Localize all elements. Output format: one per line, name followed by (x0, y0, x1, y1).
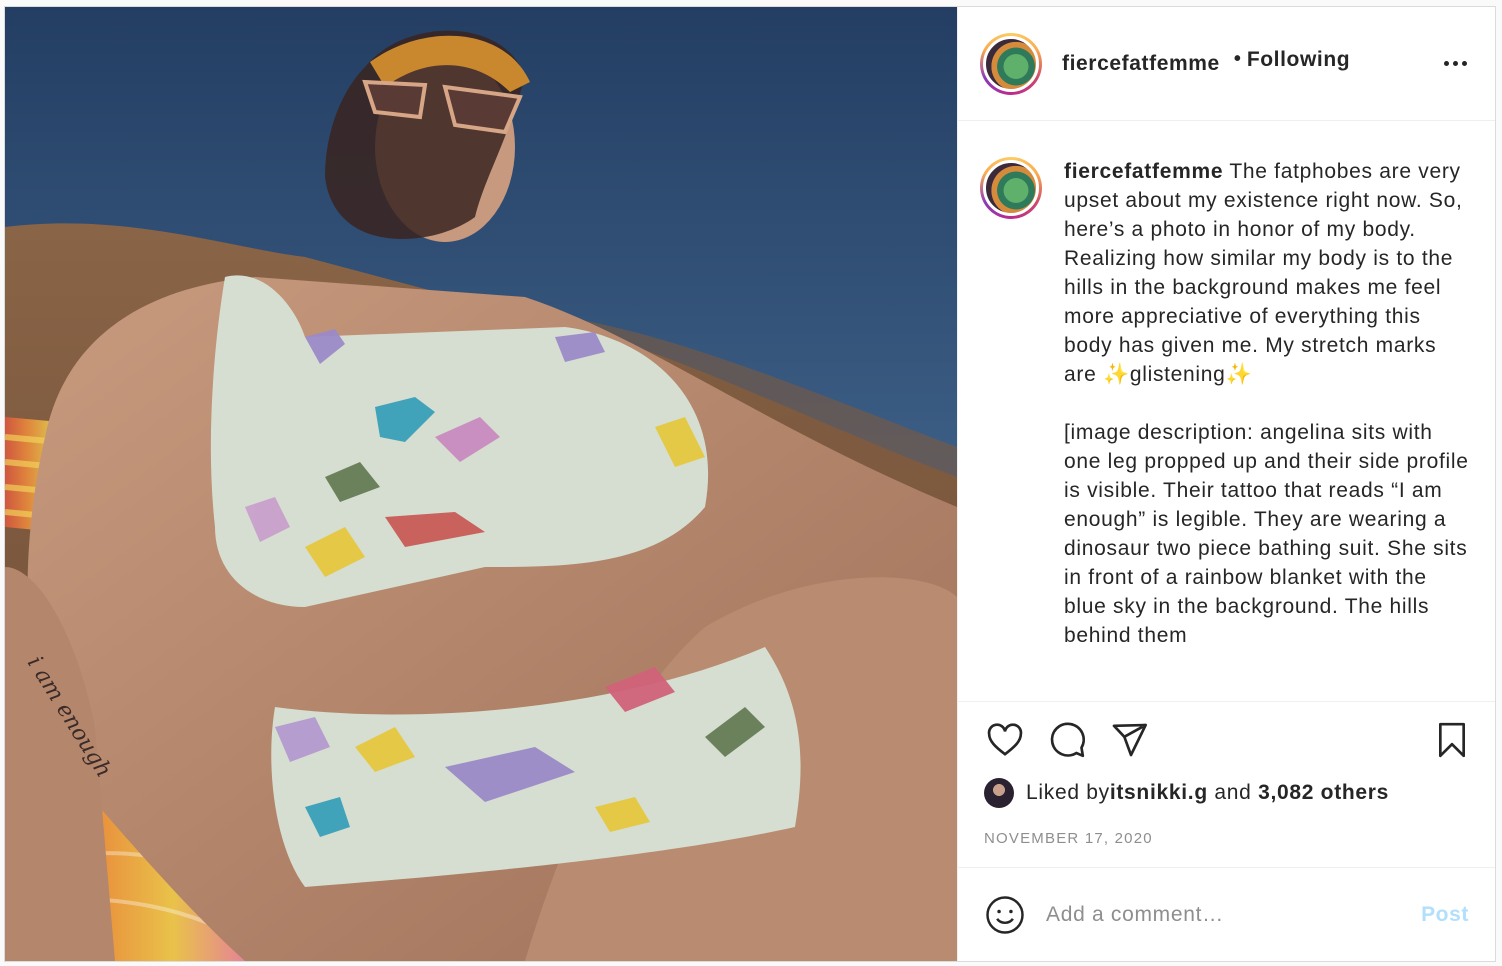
post-header: fiercefatfemme • Following (958, 7, 1495, 121)
post-comment-button[interactable]: Post (1421, 903, 1469, 927)
comment-box: Post (958, 867, 1495, 961)
comment-input[interactable] (1046, 902, 1422, 927)
post-image-illustration: i am enough (5, 7, 957, 961)
liker-username[interactable]: itsnikki.g (1110, 781, 1208, 805)
header-separator: • (1233, 48, 1241, 70)
post-photo[interactable]: i am enough (5, 7, 957, 961)
caption-avatar[interactable] (980, 157, 1042, 219)
likes-middle: and (1207, 781, 1259, 804)
likes-line: Liked by itsnikki.g and 3,082 others (984, 778, 1473, 808)
header-username[interactable]: fiercefatfemme (1062, 52, 1220, 76)
comment-bubble-icon[interactable] (1046, 719, 1088, 761)
caption-username[interactable]: fiercefatfemme (1064, 160, 1223, 183)
comments-area[interactable]: fiercefatfemme The fatphobes are very up… (958, 121, 1495, 701)
post-side-panel: fiercefatfemme • Following fiercefatfemm… (957, 7, 1495, 961)
likes-prefix: Liked by (1026, 781, 1110, 804)
header-avatar[interactable] (980, 32, 1042, 95)
bookmark-icon[interactable] (1431, 719, 1473, 761)
paper-plane-icon[interactable] (1108, 719, 1150, 761)
following-button[interactable]: Following (1247, 48, 1350, 72)
smiley-icon[interactable] (984, 894, 1026, 936)
more-options-icon[interactable] (1437, 49, 1473, 79)
post-date[interactable]: NOVEMBER 17, 2020 (984, 830, 1473, 847)
heart-icon[interactable] (984, 719, 1026, 761)
post-container: i am enough fiercefatfemme • Following f… (4, 6, 1496, 962)
likes-count[interactable]: 3,082 others (1258, 781, 1389, 805)
actions-block: Liked by itsnikki.g and 3,082 others NOV… (958, 701, 1495, 867)
action-icons (984, 720, 1473, 760)
caption-text: The fatphobes are very upset about my ex… (1064, 160, 1469, 647)
caption-body: fiercefatfemme The fatphobes are very up… (1064, 157, 1473, 650)
caption: fiercefatfemme The fatphobes are very up… (980, 157, 1473, 650)
liker-avatar[interactable] (984, 778, 1014, 808)
